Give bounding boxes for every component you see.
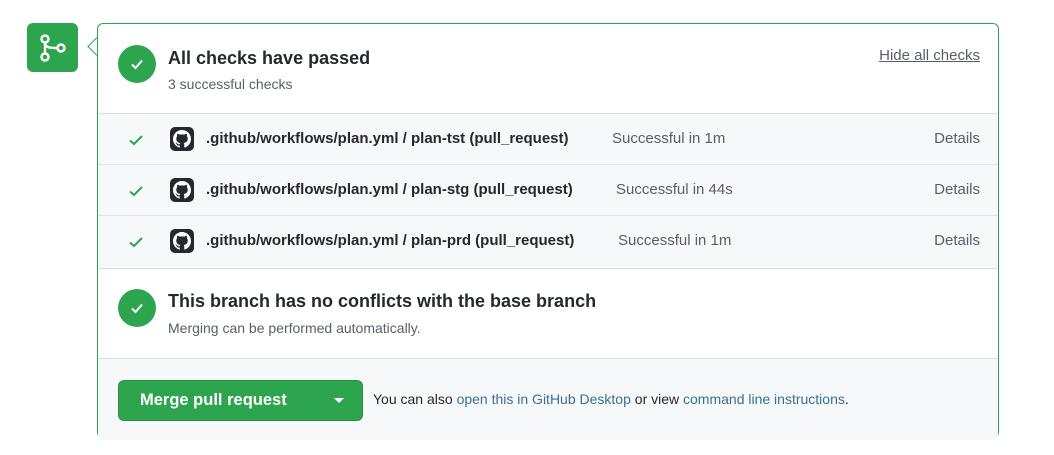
check-status: Successful in 1m [612, 130, 726, 147]
checks-summary: All checks have passed 3 successful chec… [98, 24, 998, 113]
hide-all-checks-link[interactable]: Hide all checks [879, 47, 980, 64]
check-icon [129, 135, 143, 146]
github-logo-icon [170, 229, 194, 253]
merge-pull-request-button[interactable]: Merge pull request [118, 380, 363, 421]
check-status: Successful in 1m [618, 232, 732, 249]
check-name: .github/workflows/plan.yml / plan-tst (p… [206, 130, 569, 147]
github-logo-icon [170, 178, 194, 202]
merge-button-label: Merge pull request [140, 391, 287, 409]
check-details-link[interactable]: Details [934, 130, 980, 147]
merge-text-prefix: You can also [373, 391, 457, 407]
check-status: Successful in 44s [616, 181, 733, 198]
git-merge-icon [27, 23, 78, 72]
check-details-link[interactable]: Details [934, 232, 980, 249]
check-icon [129, 186, 143, 197]
conflicts-subtitle: Merging can be performed automatically. [168, 320, 421, 336]
check-name: .github/workflows/plan.yml / plan-prd (p… [206, 232, 575, 249]
merge-text-middle: or view [630, 391, 684, 407]
conflicts-title: This branch has no conflicts with the ba… [168, 291, 597, 311]
check-list: .github/workflows/plan.yml / plan-tst (p… [98, 113, 998, 269]
caret-down-icon[interactable] [334, 398, 344, 403]
open-in-desktop-link[interactable]: open this in GitHub Desktop [457, 391, 631, 407]
merge-section: Merge pull request You can also open thi… [98, 358, 998, 440]
github-logo-icon [170, 127, 194, 151]
merge-alternatives-text: You can also open this in GitHub Desktop… [373, 391, 849, 407]
checks-subtitle: 3 successful checks [168, 76, 293, 92]
conflicts-section [98, 268, 998, 359]
check-details-link[interactable]: Details [934, 181, 980, 198]
check-circle-icon [118, 45, 156, 83]
merge-status-box: All checks have passed 3 successful chec… [97, 23, 999, 440]
check-name: .github/workflows/plan.yml / plan-stg (p… [206, 181, 573, 198]
check-row: .github/workflows/plan.yml / plan-prd (p… [98, 216, 998, 267]
check-icon [129, 237, 143, 248]
checks-title: All checks have passed [168, 48, 371, 68]
merge-text-suffix: . [844, 391, 849, 407]
check-circle-icon [118, 289, 156, 327]
command-line-instructions-link[interactable]: command line instructions [683, 391, 845, 407]
check-row: .github/workflows/plan.yml / plan-tst (p… [98, 114, 998, 165]
check-row: .github/workflows/plan.yml / plan-stg (p… [98, 165, 998, 216]
